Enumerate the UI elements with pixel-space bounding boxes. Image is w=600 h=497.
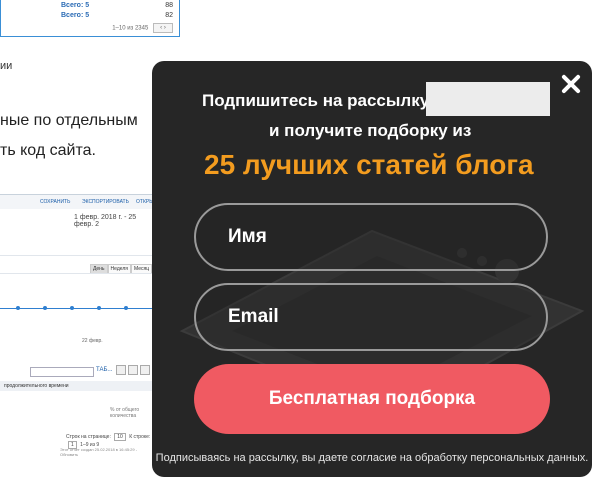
pager-text: 1–10 из 2345 [112, 25, 149, 32]
table-pager: 1–10 из 2345 ‹ › [112, 23, 173, 33]
chart-point [43, 306, 47, 310]
chart-line [0, 308, 154, 309]
row-value: 88 [165, 2, 173, 9]
pager-buttons[interactable]: ‹ › [153, 23, 173, 33]
row-value: 82 [165, 12, 173, 19]
row-link[interactable]: Всего: 5 [61, 2, 89, 9]
chart-point [124, 306, 128, 310]
email-placeholder: Email [228, 306, 279, 327]
close-icon[interactable] [558, 71, 584, 97]
screenshot-footer: Этот отчет создан 25.02.2018 в 16:45:29 … [60, 447, 138, 457]
article-text-line: ть код сайта. [0, 142, 96, 159]
column-header-label: продолжительного времени [4, 383, 69, 389]
period-segments: День Неделя Месяц [90, 257, 153, 274]
screenshot-search-box [30, 367, 94, 377]
popup-headline-accent: 25 лучших статей блога [204, 149, 534, 180]
pivot-view-icon [140, 365, 150, 375]
goto-label: К строке: [129, 434, 151, 440]
toolbar-save: СОХРАНИТЬ [40, 199, 71, 205]
email-field[interactable]: Email [194, 283, 548, 351]
consent-text: Подписываясь на рассылку, вы даете согла… [155, 452, 589, 464]
article-analytics-screenshot: СОХРАНИТЬ ЭКСПОРТИРОВАТЬ ОТКРЫТЬ 1 февр.… [0, 194, 160, 461]
date-range: 1 февр. 2018 г. - 25 февр. 2 [74, 214, 137, 228]
chart-point [70, 306, 74, 310]
row-link[interactable]: Всего: 5 [61, 12, 89, 19]
name-placeholder: Имя [228, 226, 267, 247]
chart-point [16, 306, 20, 310]
divider [0, 255, 154, 256]
chart-point [97, 306, 101, 310]
list-view-icon [128, 365, 138, 375]
toolbar-export: ЭКСПОРТИРОВАТЬ [82, 199, 129, 205]
table-row: Всего: 5 82 [1, 12, 179, 23]
screenshot-search-button: ТАБ... [96, 367, 113, 373]
rows-per-page-value: 10 [114, 433, 126, 441]
screenshot-toolbar: СОХРАНИТЬ ЭКСПОРТИРОВАТЬ ОТКРЫТЬ [0, 195, 160, 209]
article-small-text: ии [0, 60, 13, 72]
screenshot-note: % от общего количества [110, 407, 140, 419]
submit-button[interactable]: Бесплатная подборка [194, 364, 550, 434]
divider [0, 273, 154, 274]
screenshot-column-header: продолжительного времени [0, 381, 154, 391]
rows-per-page-label: Строк на странице: [66, 434, 111, 440]
redacted-block [426, 82, 550, 116]
name-field[interactable]: Имя [194, 203, 548, 271]
grid-view-icon [116, 365, 126, 375]
popup-headline-line2: и получите подборку из [269, 121, 472, 140]
background-data-table: Всего: 5 88 Всего: 5 82 1–10 из 2345 ‹ › [0, 0, 180, 37]
article-text-line: ные по отдельным [0, 112, 138, 129]
chart-tick-label: 22 февр. [82, 338, 103, 344]
popup-headline-line1: Подпишитесь на рассылку [202, 91, 430, 110]
subscription-popup: Подпишитесь на рассылку и получите подбо… [152, 61, 592, 477]
